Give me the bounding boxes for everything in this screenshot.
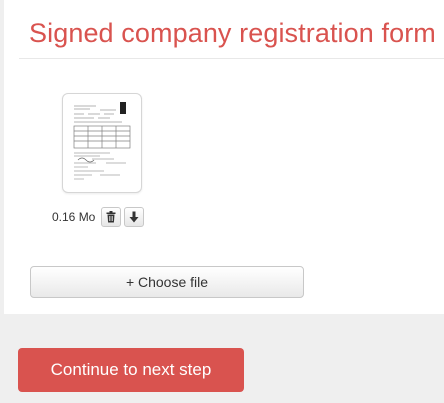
trash-icon <box>106 211 116 223</box>
file-size: 0.16 Mo <box>52 210 96 224</box>
delete-file-button[interactable] <box>101 207 122 227</box>
page-title: Signed company registration form <box>29 18 436 48</box>
continue-button[interactable]: Continue to next step <box>18 348 244 392</box>
title-divider <box>19 58 444 59</box>
download-file-button[interactable] <box>124 207 145 227</box>
download-arrow-icon <box>129 211 139 223</box>
document-preview-image <box>73 102 131 180</box>
document-thumbnail[interactable] <box>62 93 142 193</box>
choose-file-button[interactable]: + Choose file <box>30 266 304 298</box>
file-meta: 0.16 Mo <box>52 206 145 228</box>
upload-card: Signed company registration form 0.16 Mo… <box>4 0 444 314</box>
